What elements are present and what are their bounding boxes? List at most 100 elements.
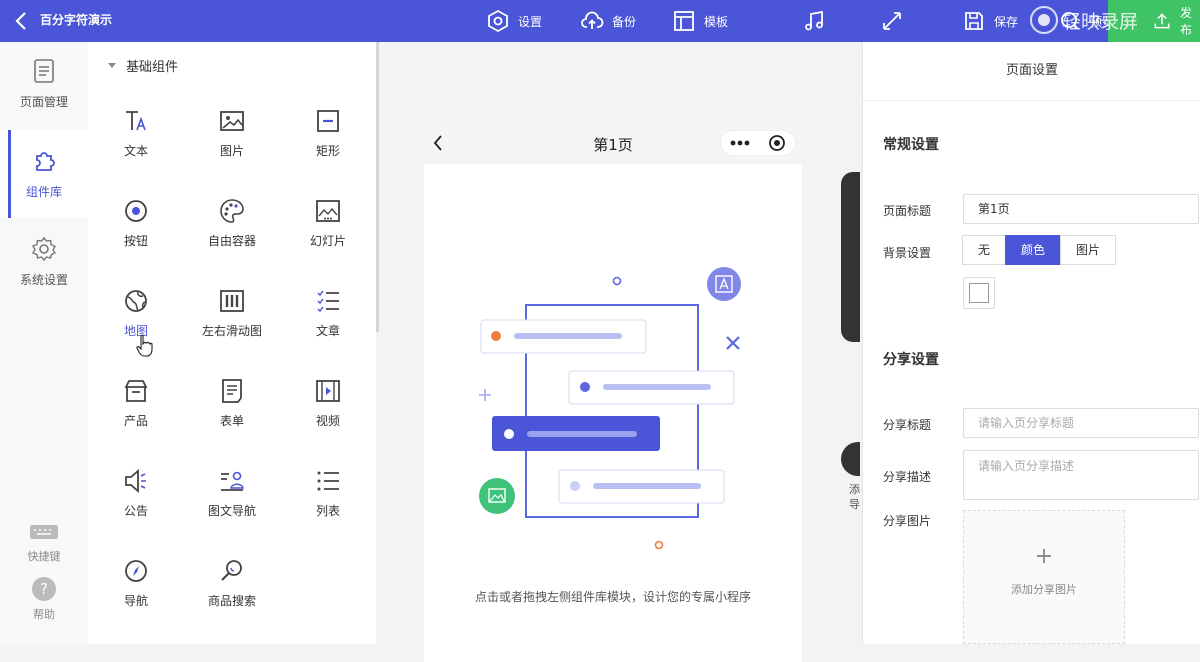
settings-icon: [488, 9, 508, 33]
nav-shortcuts-label: 快捷键: [27, 550, 61, 563]
component-product-search[interactable]: 商品搜索: [184, 558, 280, 609]
floating-tool-bar[interactable]: [841, 172, 860, 342]
component-navigation[interactable]: 导航: [88, 558, 184, 609]
add-share-image-upload[interactable]: + 添加分享图片: [963, 510, 1125, 644]
bg-option-none[interactable]: 无: [962, 235, 1006, 265]
backup-button[interactable]: 备份: [580, 6, 636, 36]
save-label: 保存: [994, 14, 1019, 29]
component-announcement[interactable]: 公告: [88, 468, 184, 519]
image-text-nav-icon: [221, 471, 244, 491]
component-article[interactable]: 文章: [280, 288, 376, 339]
share-title-input[interactable]: 请输入页分享标题: [963, 408, 1199, 438]
share-title-label: 分享标题: [883, 418, 932, 432]
component-image-text-nav[interactable]: 图文导航: [184, 468, 280, 519]
close-target-icon[interactable]: [768, 134, 786, 152]
help-icon: ?: [32, 577, 56, 601]
app-title: 百分字符演示: [40, 13, 113, 27]
empty-hint: 点击或者拖拽左侧组件库模块，设计您的专属小程序: [474, 590, 751, 604]
background-segmented-control: 无 颜色 图片: [962, 235, 1116, 265]
component-label: 图片: [219, 144, 244, 158]
svg-text:?: ?: [40, 580, 48, 598]
collapse-triangle-icon: [108, 63, 116, 68]
nav-component-library[interactable]: 组件库: [0, 130, 88, 218]
left-nav: 页面管理 组件库 系统设置 快捷键 ? 帮助: [0, 42, 89, 644]
template-button[interactable]: 模板: [672, 6, 728, 36]
component-list[interactable]: 列表: [280, 468, 376, 519]
gear-icon: [31, 236, 57, 262]
component-slideshow[interactable]: 幻灯片: [280, 198, 376, 249]
component-video[interactable]: 视频: [280, 378, 376, 429]
phone-preview[interactable]: 第1页 点击或者拖拽左侧组件库模块，设计您的专属小程序: [424, 122, 802, 662]
hand-cursor-icon: [136, 334, 153, 357]
component-map[interactable]: 地图: [88, 288, 184, 339]
nav-page-manage[interactable]: 页面管理: [0, 58, 88, 130]
fullscreen-button[interactable]: [880, 6, 904, 36]
general-settings-title: 常规设置: [883, 137, 939, 153]
backup-label: 备份: [612, 14, 637, 29]
component-free-container[interactable]: 自由容器: [184, 198, 280, 249]
article-icon: [317, 290, 339, 313]
component-label: 矩形: [315, 144, 340, 158]
share-settings-title: 分享设置: [883, 352, 939, 368]
component-label: 公告: [123, 504, 148, 518]
component-swipe-gallery[interactable]: 左右滑动图: [184, 288, 280, 339]
template-label: 模板: [704, 14, 729, 29]
page-title-label: 页面标题: [883, 204, 932, 218]
share-desc-textarea[interactable]: 请输入页分享描述: [963, 450, 1199, 500]
image-icon: [220, 111, 244, 131]
settings-label: 设置: [518, 14, 543, 29]
component-label: 列表: [315, 504, 340, 518]
background-color-picker[interactable]: [963, 277, 995, 309]
music-icon: [805, 10, 823, 31]
plus-icon: +: [1034, 544, 1054, 569]
share-image-label: 分享图片: [883, 514, 932, 528]
recorder-logo-icon: [1030, 6, 1058, 34]
keyboard-icon: [30, 525, 58, 539]
component-image[interactable]: 图片: [184, 108, 280, 159]
button-icon: [125, 200, 147, 222]
slideshow-icon: [316, 200, 340, 222]
template-icon: [674, 11, 694, 31]
page-manage-icon: [34, 59, 54, 83]
nav-help[interactable]: ? 帮助: [0, 576, 88, 622]
rectangle-icon: [317, 110, 339, 132]
nav-system-settings-label: 系统设置: [19, 273, 68, 287]
settings-button[interactable]: 设置: [486, 6, 542, 36]
component-label: 产品: [123, 414, 148, 428]
component-rectangle[interactable]: 矩形: [280, 108, 376, 159]
add-share-image-label: 添加分享图片: [1011, 583, 1077, 596]
component-button[interactable]: 按钮: [88, 198, 184, 249]
cloud-upload-icon: [581, 11, 604, 29]
more-dots-icon[interactable]: [730, 140, 750, 146]
announcement-icon: [125, 469, 146, 493]
nav-component-library-label: 组件库: [25, 185, 62, 199]
watermark-text: 轻映录屏: [1062, 10, 1139, 33]
page-settings-panel: 页面设置 常规设置 页面标题 第1页 背景设置 无 颜色 图片 分享设置 分享标…: [862, 42, 1200, 644]
component-text[interactable]: 文本: [88, 108, 184, 159]
map-icon: [125, 290, 147, 312]
page-title-input[interactable]: 第1页: [963, 194, 1199, 224]
palette-icon: [220, 199, 244, 223]
save-button[interactable]: 保存: [962, 6, 1018, 36]
component-label: 自由容器: [207, 234, 256, 248]
component-product[interactable]: 产品: [88, 378, 184, 429]
form-icon: [222, 379, 242, 403]
music-button[interactable]: [802, 6, 826, 36]
mini-program-capsule[interactable]: [720, 130, 796, 156]
back-arrow-icon[interactable]: [12, 9, 32, 33]
component-form[interactable]: 表单: [184, 378, 280, 429]
color-swatch: [969, 283, 989, 303]
component-label: 按钮: [123, 234, 148, 248]
nav-shortcuts[interactable]: 快捷键: [0, 522, 88, 564]
component-label: 表单: [219, 414, 244, 428]
section-basic-components[interactable]: 基础组件: [108, 56, 178, 75]
bg-option-color[interactable]: 颜色: [1005, 235, 1061, 265]
bg-option-image[interactable]: 图片: [1060, 235, 1116, 265]
text-icon: [126, 111, 146, 131]
publish-label: 发布: [1180, 6, 1193, 37]
nav-system-settings[interactable]: 系统设置: [0, 236, 88, 308]
recorder-watermark: 轻映录屏: [1030, 6, 1138, 34]
component-label: 导航: [123, 594, 148, 608]
floating-add-nav-button[interactable]: [841, 442, 860, 476]
component-label: 视频: [315, 414, 340, 428]
